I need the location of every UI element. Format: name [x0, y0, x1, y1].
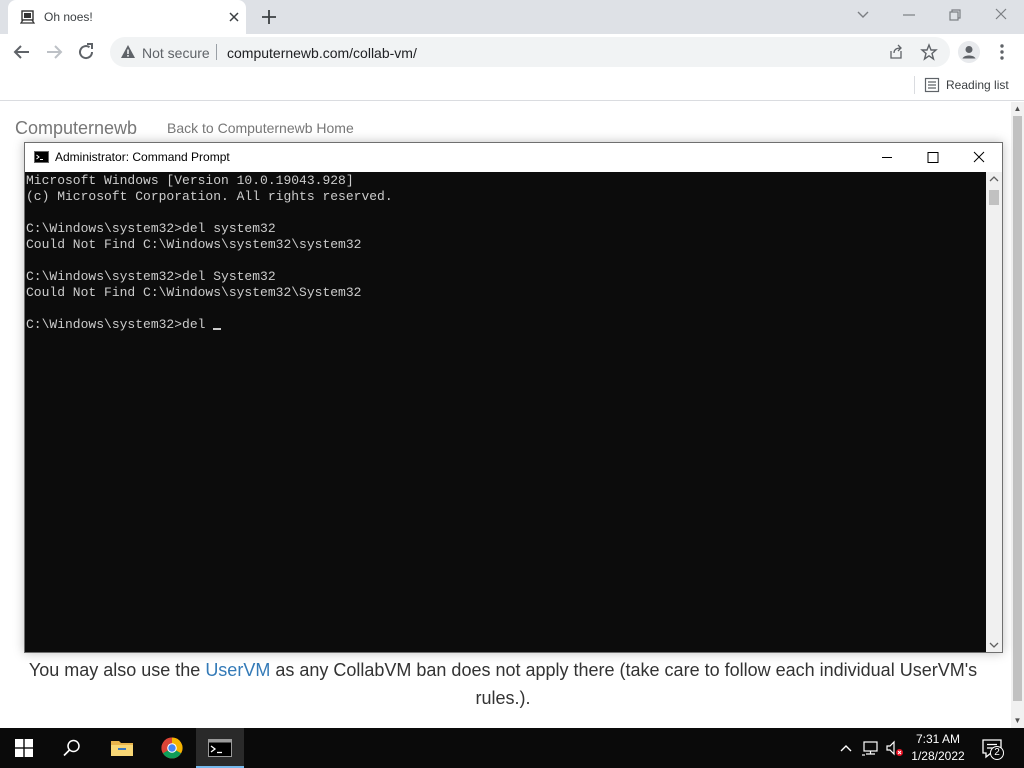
new-tab-icon[interactable]	[258, 6, 280, 28]
search-button[interactable]	[48, 728, 96, 768]
console-output[interactable]: Microsoft Windows [Version 10.0.19043.92…	[25, 172, 986, 652]
cmd-scroll-down-icon[interactable]	[986, 638, 1002, 652]
scroll-down-arrow-icon[interactable]: ▼	[1011, 714, 1024, 728]
body-text-end: as any CollabVM ban does not apply there…	[270, 660, 978, 708]
browser-tab[interactable]: Oh noes!	[8, 0, 246, 34]
file-explorer-icon	[111, 741, 133, 756]
tab-close-icon[interactable]	[224, 7, 244, 27]
page-body-text: You may also use the UserVM as any Colla…	[20, 656, 986, 712]
console-line: C:\Windows\system32>del System32	[26, 269, 276, 284]
cmd-close-icon[interactable]	[956, 143, 1002, 172]
cmd-window-title: Administrator: Command Prompt	[55, 150, 230, 164]
command-prompt-icon	[208, 739, 232, 757]
console-cursor	[213, 328, 222, 330]
cmd-minimize-icon[interactable]	[864, 143, 910, 172]
start-button[interactable]	[0, 728, 48, 768]
minimize-icon[interactable]	[897, 4, 921, 26]
cmd-maximize-icon[interactable]	[910, 143, 956, 172]
cmd-scroll-up-icon[interactable]	[986, 172, 1002, 186]
profile-avatar-icon[interactable]	[958, 41, 980, 63]
omnibox-divider	[216, 44, 217, 60]
file-explorer-button[interactable]	[98, 728, 146, 768]
show-hidden-icons-icon[interactable]	[836, 738, 856, 758]
console-lines: Microsoft Windows [Version 10.0.19043.92…	[26, 173, 393, 333]
browser-menu-icon[interactable]	[992, 42, 1012, 62]
reload-icon[interactable]	[74, 40, 98, 64]
cmd-scrollbar[interactable]	[986, 172, 1002, 652]
console-line: (c) Microsoft Corporation. All rights re…	[26, 189, 393, 204]
tab-title: Oh noes!	[44, 10, 93, 24]
site-favicon-icon	[20, 10, 36, 24]
tab-search-icon[interactable]	[851, 4, 875, 26]
back-arrow-icon[interactable]	[10, 40, 34, 64]
cmd-window-icon	[34, 151, 49, 163]
security-label[interactable]: Not secure	[142, 45, 210, 61]
bookmark-star-icon[interactable]	[920, 43, 938, 61]
chrome-button[interactable]	[148, 728, 196, 768]
console-line: Microsoft Windows [Version 10.0.19043.92…	[26, 173, 354, 188]
url-text[interactable]: computernewb.com/collab-vm/	[227, 45, 417, 61]
console-line: Could Not Find C:\Windows\system32\Syste…	[26, 285, 362, 300]
command-prompt-window[interactable]: Administrator: Command Prompt Microsoft …	[24, 142, 1003, 653]
network-icon[interactable]	[861, 738, 881, 758]
volume-muted-icon[interactable]	[884, 738, 904, 758]
taskbar: 7:31 AM 1/28/2022 2	[0, 728, 1024, 768]
scroll-up-arrow-icon[interactable]: ▲	[1011, 102, 1024, 116]
bookmarks-bar: Reading list	[0, 70, 1024, 101]
close-icon[interactable]	[989, 4, 1013, 26]
cmd-scroll-thumb[interactable]	[989, 190, 999, 205]
clock-date: 1/28/2022	[911, 749, 965, 763]
console-line: Could Not Find C:\Windows\system32\syste…	[26, 237, 362, 252]
tab-strip: Oh noes!	[0, 0, 1024, 34]
notification-count-badge: 2	[990, 746, 1004, 760]
command-prompt-taskbar-button[interactable]	[196, 728, 244, 768]
reading-list-button[interactable]: Reading list	[924, 75, 1009, 95]
start-icon	[15, 739, 33, 757]
share-icon[interactable]	[888, 44, 904, 60]
back-home-link[interactable]: Back to Computernewb Home	[167, 120, 354, 136]
page-scroll-thumb[interactable]	[1013, 116, 1022, 701]
console-line: C:\Windows\system32>del	[26, 317, 393, 333]
console-line: C:\Windows\system32>del system32	[26, 221, 276, 236]
restore-icon[interactable]	[943, 4, 967, 26]
site-brand-link[interactable]: Computernewb	[15, 118, 137, 139]
reading-list-icon	[924, 77, 940, 93]
address-bar[interactable]: Not secure computernewb.com/collab-vm/	[110, 37, 950, 67]
clock-time: 7:31 AM	[915, 732, 961, 746]
cmd-title-bar[interactable]: Administrator: Command Prompt	[25, 143, 1002, 172]
taskbar-clock[interactable]: 7:31 AM 1/28/2022	[905, 731, 971, 765]
search-icon	[63, 739, 80, 757]
bookmarks-divider	[914, 76, 915, 94]
browser-toolbar: Not secure computernewb.com/collab-vm/	[0, 34, 1024, 70]
body-text-start: You may also use the	[28, 660, 206, 680]
forward-arrow-icon[interactable]	[42, 40, 66, 64]
reading-list-label: Reading list	[946, 78, 1009, 92]
page-scrollbar[interactable]: ▲ ▼	[1011, 102, 1024, 728]
chrome-icon	[161, 737, 183, 759]
uservm-link[interactable]: UserVM	[205, 660, 270, 680]
not-secure-warning-icon[interactable]	[120, 44, 136, 60]
